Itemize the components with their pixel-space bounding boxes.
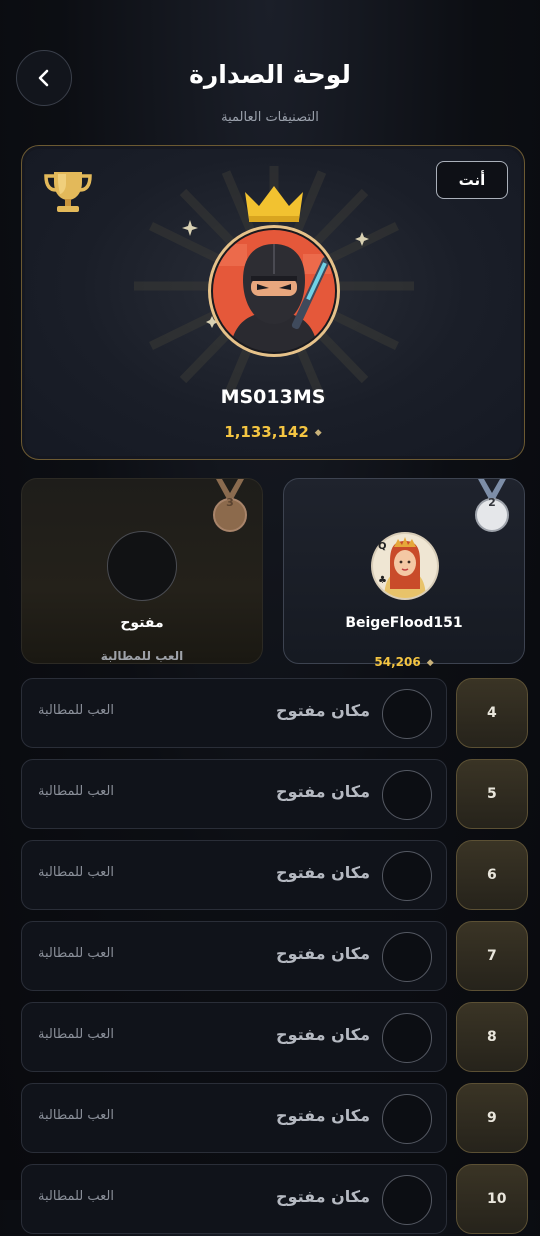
row-card: العب للمطالبة مكان مفتوح	[21, 1083, 447, 1153]
empty-avatar-slot	[382, 689, 432, 739]
row-claim-text: العب للمطالبة	[38, 703, 115, 718]
hero-player-name: MS013MS	[220, 386, 326, 408]
third-place-claim-text: العب للمطالبة	[100, 649, 184, 663]
second-place-score: 54,206 ◆	[283, 655, 525, 669]
hero-score-value: 1,133,142	[224, 423, 309, 441]
row-card: العب للمطالبة مكان مفتوح	[21, 1002, 447, 1072]
crown-icon	[245, 186, 303, 222]
leaderboard-row[interactable]: العب للمطالبة مكان مفتوح 4	[0, 678, 540, 750]
leaderboard-row[interactable]: العب للمطالبة مكان مفتوح 9	[0, 1083, 540, 1155]
page-subtitle: التصنيفات العالمية	[221, 110, 319, 125]
empty-avatar-slot	[382, 1094, 432, 1144]
row-label: مكان مفتوح	[276, 863, 370, 882]
svg-text:Q: Q	[378, 541, 387, 552]
leaderboard-row[interactable]: العب للمطالبة مكان مفتوح 6	[0, 840, 540, 912]
rank-number: 5	[456, 759, 528, 829]
medal-rank-3: 3	[226, 496, 234, 509]
leaderboard-row[interactable]: العب للمطالبة مكان مفتوح 5	[0, 759, 540, 831]
second-place-name: BeigeFlood151	[345, 615, 463, 631]
rank-number: 6	[456, 840, 528, 910]
row-label: مكان مفتوح	[276, 782, 370, 801]
empty-avatar-slot	[382, 851, 432, 901]
you-badge: أنت	[436, 161, 508, 199]
podium-card-second[interactable]: 2 Q ♣ BeigeFlood151	[283, 478, 525, 664]
podium-card-third[interactable]: 3 مفتوح العب للمطالبة	[21, 478, 263, 664]
row-card: العب للمطالبة مكان مفتوح	[21, 759, 447, 829]
row-label: مكان مفتوح	[276, 944, 370, 963]
empty-avatar-slot	[382, 1175, 432, 1225]
row-label: مكان مفتوح	[276, 701, 370, 720]
row-claim-text: العب للمطالبة	[38, 1108, 115, 1123]
empty-avatar-slot	[382, 1013, 432, 1063]
row-label: مكان مفتوح	[276, 1106, 370, 1125]
row-label: مكان مفتوح	[276, 1025, 370, 1044]
page-title: لوحة الصدارة	[189, 60, 351, 89]
rank-number: 8	[456, 1002, 528, 1072]
medal-rank-2: 2	[488, 496, 496, 509]
empty-avatar-slot	[382, 770, 432, 820]
hero-card-first-place[interactable]: أنت MS013MS 1,133,142 ◆	[21, 145, 525, 460]
hero-score: 1,133,142 ◆	[22, 423, 524, 441]
row-card: العب للمطالبة مكان مفتوح	[21, 921, 447, 991]
rank-number: 10	[456, 1164, 528, 1234]
empty-avatar-slot	[382, 932, 432, 982]
rank-number: 7	[456, 921, 528, 991]
row-claim-text: العب للمطالبة	[38, 865, 115, 880]
row-card: العب للمطالبة مكان مفتوح	[21, 678, 447, 748]
row-claim-text: العب للمطالبة	[38, 784, 115, 799]
row-claim-text: العب للمطالبة	[38, 1027, 115, 1042]
diamond-icon: ◆	[314, 427, 322, 438]
rank-number: 9	[456, 1083, 528, 1153]
row-claim-text: العب للمطالبة	[38, 1189, 115, 1204]
second-place-score-value: 54,206	[374, 655, 421, 669]
svg-text:♣: ♣	[378, 575, 387, 586]
row-card: العب للمطالبة مكان مفتوح	[21, 840, 447, 910]
leaderboard-row[interactable]: العب للمطالبة مكان مفتوح 10	[0, 1164, 540, 1236]
rank-number: 4	[456, 678, 528, 748]
leaderboard-row[interactable]: العب للمطالبة مكان مفتوح 7	[0, 921, 540, 993]
row-label: مكان مفتوح	[276, 1187, 370, 1206]
trophy-icon	[44, 172, 92, 212]
diamond-icon: ◆	[426, 657, 434, 668]
empty-avatar-slot	[107, 531, 177, 601]
leaderboard-row[interactable]: العب للمطالبة مكان مفتوح 8	[0, 1002, 540, 1074]
player-avatar-queen: Q ♣	[371, 532, 439, 600]
player-avatar-ninja	[208, 225, 340, 357]
third-place-name: مفتوح	[120, 615, 164, 631]
row-claim-text: العب للمطالبة	[38, 946, 115, 961]
row-card: العب للمطالبة مكان مفتوح	[21, 1164, 447, 1234]
